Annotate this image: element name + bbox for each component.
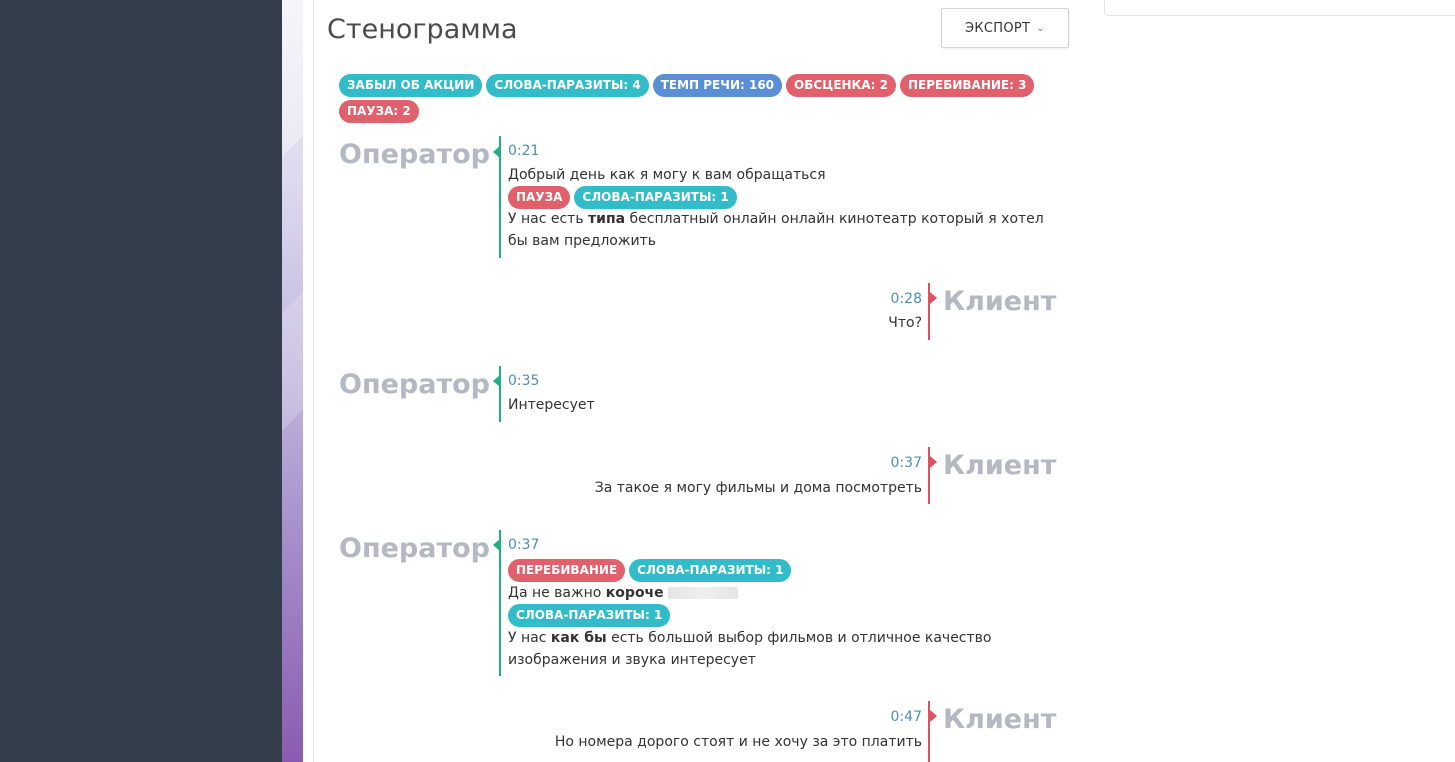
tag-speech-rate[interactable]: ТЕМП РЕЧИ: 160 <box>652 74 783 97</box>
message-tags: ПЕРЕБИВАНИЕ СЛОВА-ПАРАЗИТЫ: 1 <box>508 559 792 582</box>
tag-filler-words[interactable]: СЛОВА-ПАРАЗИТЫ: 1 <box>508 604 671 627</box>
message-bar <box>928 283 930 340</box>
text-part: У нас есть <box>508 211 589 227</box>
message-text: Да не важно короче <box>508 582 738 604</box>
speaker-label: Оператор <box>339 369 490 400</box>
summary-tags: ЗАБЫЛ ОБ АКЦИИ СЛОВА-ПАРАЗИТЫ: 4 ТЕМП РЕ… <box>339 74 1059 126</box>
message-text: Интересует <box>508 397 595 413</box>
speaker-label: Клиент <box>943 704 1057 735</box>
message-text: бы вам предложить <box>508 233 656 249</box>
tag-forgot-promo[interactable]: ЗАБЫЛ ОБ АКЦИИ <box>339 74 483 97</box>
tag-pause[interactable]: ПАУЗА <box>508 186 571 209</box>
text-part: бесплатный онлайн онлайн кинотеатр котор… <box>625 211 1044 227</box>
speaker-label: Клиент <box>943 450 1057 481</box>
text-part: У нас <box>508 630 551 646</box>
tag-filler-words[interactable]: СЛОВА-ПАРАЗИТЫ: 1 <box>574 186 737 209</box>
tag-filler-words[interactable]: СЛОВА-ПАРАЗИТЫ: 4 <box>486 74 649 97</box>
speaker-pointer <box>930 710 937 722</box>
redacted-text <box>667 587 738 599</box>
message-text: Но номера дорого стоят и не хочу за это … <box>554 734 922 750</box>
right-panel-card <box>1104 0 1455 16</box>
summary-tags-row: ПАУЗА: 2 <box>339 100 1059 123</box>
speaker-label: Клиент <box>943 286 1057 317</box>
message-bar <box>928 701 930 762</box>
message-bar <box>499 530 501 676</box>
message-time[interactable]: 0:37 <box>508 537 539 553</box>
message-time[interactable]: 0:47 <box>891 709 922 725</box>
tag-interruption[interactable]: ПЕРЕБИВАНИЕ: 3 <box>899 74 1035 97</box>
message-text: изображения и звука интересует <box>508 652 756 668</box>
text-part: Да не важно <box>508 585 606 601</box>
message-bar <box>499 366 501 422</box>
tag-pause[interactable]: ПАУЗА: 2 <box>339 100 419 123</box>
speaker-pointer <box>930 292 937 304</box>
highlighted-word: короче <box>605 585 664 601</box>
message-text: За такое я могу фильмы и дома посмотреть <box>594 480 922 496</box>
highlighted-word: как бы <box>550 630 607 646</box>
message-text: Что? <box>888 315 922 331</box>
tag-obscenity[interactable]: ОБСЦЕНКА: 2 <box>786 74 896 97</box>
message-text: Добрый день как я могу к вам обращаться <box>508 167 826 183</box>
content-divider <box>313 0 314 762</box>
tag-filler-words[interactable]: СЛОВА-ПАРАЗИТЫ: 1 <box>629 559 792 582</box>
speaker-label: Оператор <box>339 139 490 170</box>
message-time[interactable]: 0:28 <box>891 291 922 307</box>
page-title: Стенограмма <box>327 14 518 45</box>
decorative-strip <box>282 0 303 762</box>
speaker-label: Оператор <box>339 533 490 564</box>
message-bar <box>499 136 501 258</box>
message-text: У нас как бы есть большой выбор фильмов … <box>508 627 991 649</box>
highlighted-word: типа <box>588 211 626 227</box>
message-time[interactable]: 0:37 <box>891 455 922 471</box>
message-tags: ПАУЗА СЛОВА-ПАРАЗИТЫ: 1 <box>508 186 737 209</box>
speaker-pointer <box>930 456 937 468</box>
message-bar <box>928 447 930 504</box>
chevron-down-icon: ⌄ <box>1036 22 1045 34</box>
left-sidebar <box>0 0 282 762</box>
tag-interruption[interactable]: ПЕРЕБИВАНИЕ <box>508 559 626 582</box>
summary-tags-row: ЗАБЫЛ ОБ АКЦИИ СЛОВА-ПАРАЗИТЫ: 4 ТЕМП РЕ… <box>339 74 1059 97</box>
message-tags: СЛОВА-ПАРАЗИТЫ: 1 <box>508 604 671 627</box>
export-button-label: ЭКСПОРТ <box>965 20 1031 36</box>
message-text: У нас есть типа бесплатный онлайн онлайн… <box>508 208 1044 230</box>
message-time[interactable]: 0:35 <box>508 373 539 389</box>
export-button[interactable]: ЭКСПОРТ ⌄ <box>941 8 1069 48</box>
text-part: есть большой выбор фильмов и отличное ка… <box>606 630 992 646</box>
message-time[interactable]: 0:21 <box>508 143 539 159</box>
